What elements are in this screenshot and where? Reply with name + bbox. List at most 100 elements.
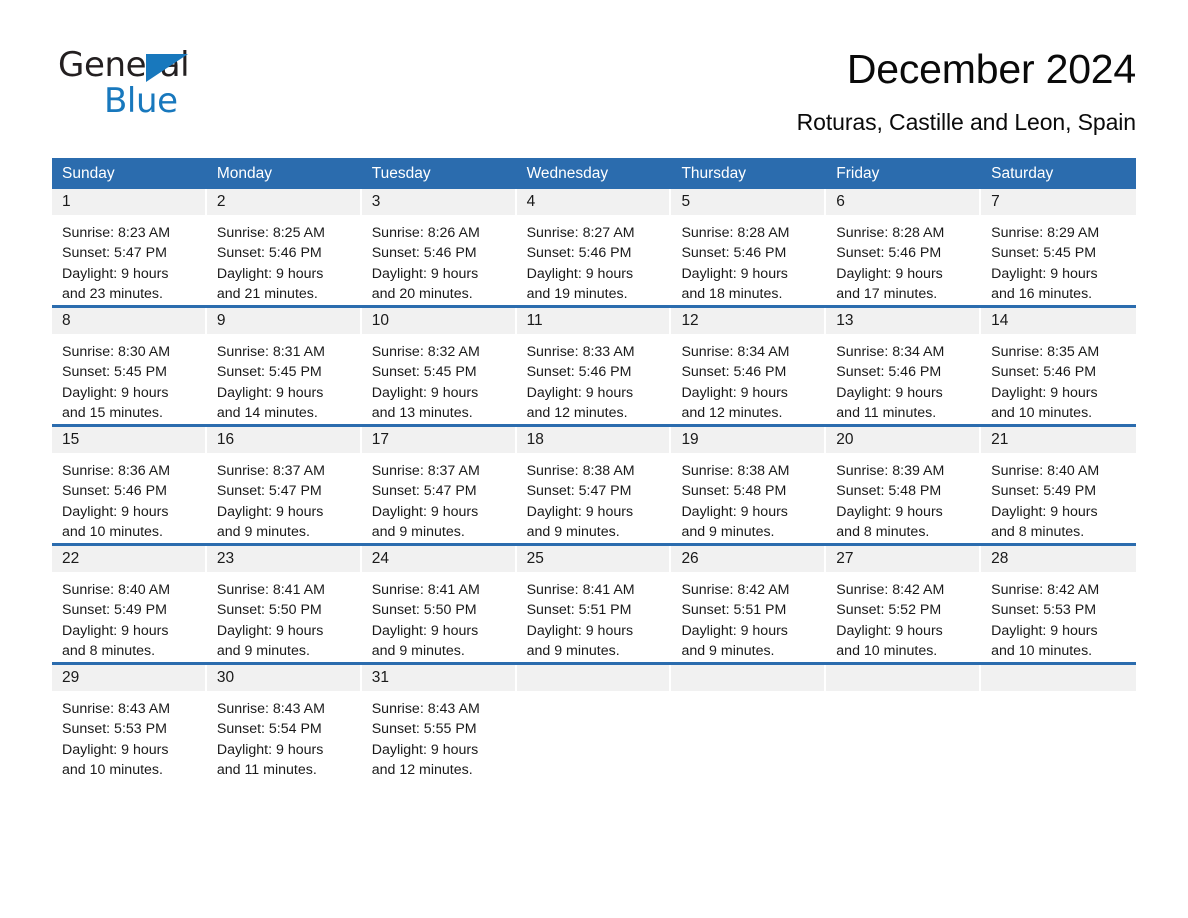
day-number-empty (826, 665, 982, 691)
day-number-30[interactable]: 30 (206, 665, 362, 691)
day-daylight-1-text: Daylight: 9 hours (991, 384, 1098, 401)
day-cell-16[interactable]: Sunrise: 8:37 AM Sunset: 5:47 PM Daylight:… (207, 453, 362, 543)
day-cell-13[interactable]: Sunrise: 8:34 AM Sunset: 5:46 PM Daylight:… (826, 334, 981, 424)
day-cell-27[interactable]: Sunrise: 8:42 AM Sunset: 5:52 PM Daylight:… (826, 572, 981, 662)
day-daylight-1-text: Daylight: 9 hours (371, 384, 479, 401)
day-cell-15[interactable]: Sunrise: 8:36 AM Sunset: 5:46 PM Daylight:… (52, 453, 207, 543)
day-cell-21[interactable]: Sunrise: 8:40 AM Sunset: 5:49 PM Daylight:… (981, 453, 1136, 543)
day-cell-17[interactable]: Sunrise: 8:37 AM Sunset: 5:47 PM Daylight:… (362, 453, 517, 543)
day-number-23[interactable]: 23 (206, 546, 362, 572)
day-daylight-2-text: and 15 minutes. (62, 404, 163, 421)
day-cell-19[interactable]: Sunrise: 8:38 AM Sunset: 5:48 PM Daylight:… (671, 453, 826, 543)
day-number-20[interactable]: 20 (826, 427, 982, 453)
day-number-28[interactable]: 28 (981, 546, 1137, 572)
day-sunset-text: Sunset: 5:48 PM (681, 483, 787, 500)
day-cell-18[interactable]: Sunrise: 8:38 AM Sunset: 5:47 PM Daylight:… (517, 453, 672, 543)
day-number-29[interactable]: 29 (52, 665, 207, 691)
day-number-6[interactable]: 6 (826, 189, 982, 215)
day-cell-24[interactable]: Sunrise: 8:41 AM Sunset: 5:50 PM Daylight:… (362, 572, 517, 662)
day-number-7[interactable]: 7 (981, 189, 1137, 215)
day-number-18[interactable]: 18 (516, 427, 672, 453)
day-number-27[interactable]: 27 (826, 546, 982, 572)
day-number-10[interactable]: 10 (361, 308, 517, 334)
day-number-band: 8 9 10 11 12 13 14 (52, 308, 1137, 334)
day-cell-5[interactable]: Sunrise: 8:28 AM Sunset: 5:46 PM Daylight:… (671, 215, 826, 305)
day-daylight-1-text: Daylight: 9 hours (681, 622, 788, 639)
day-sunrise-text: Sunrise: 8:34 AM (836, 344, 945, 360)
day-daylight-1-text: Daylight: 9 hours (62, 741, 169, 758)
day-number-19[interactable]: 19 (671, 427, 827, 453)
weekday-header-monday: Monday (216, 165, 273, 182)
day-number-5[interactable]: 5 (671, 189, 827, 215)
day-cell-1[interactable]: Sunrise: 8:23 AM Sunset: 5:47 PM Daylight:… (52, 215, 207, 305)
day-cell-31[interactable]: Sunrise: 8:43 AM Sunset: 5:55 PM Daylight:… (362, 691, 517, 781)
day-cell-11[interactable]: Sunrise: 8:33 AM Sunset: 5:46 PM Daylight:… (517, 334, 672, 424)
day-cell-empty (981, 691, 1136, 781)
day-number-1[interactable]: 1 (52, 189, 207, 215)
day-sunrise-text: Sunrise: 8:23 AM (62, 225, 171, 241)
day-cell-22[interactable]: Sunrise: 8:40 AM Sunset: 5:49 PM Daylight:… (52, 572, 207, 662)
day-sunset-text: Sunset: 5:47 PM (62, 245, 167, 262)
day-cell-14[interactable]: Sunrise: 8:35 AM Sunset: 5:46 PM Daylight:… (981, 334, 1136, 424)
day-sunset-text: Sunset: 5:48 PM (836, 483, 942, 500)
day-sunset-text: Sunset: 5:45 PM (62, 364, 167, 381)
day-number-17[interactable]: 17 (361, 427, 517, 453)
day-number-12[interactable]: 12 (671, 308, 827, 334)
day-number-4[interactable]: 4 (516, 189, 672, 215)
day-sunset-text: Sunset: 5:46 PM (681, 245, 787, 262)
day-daylight-2-text: and 13 minutes. (371, 404, 473, 421)
day-number-14[interactable]: 14 (981, 308, 1137, 334)
day-detail-band: Sunrise: 8:43 AM Sunset: 5:53 PM Daylight:… (52, 691, 1136, 781)
day-number-21[interactable]: 21 (981, 427, 1137, 453)
weekday-header-sunday: Sunday (62, 165, 115, 182)
day-sunset-text: Sunset: 5:55 PM (371, 721, 477, 738)
day-sunset-text: Sunset: 5:45 PM (216, 364, 322, 381)
day-number-24[interactable]: 24 (361, 546, 517, 572)
day-number-25[interactable]: 25 (516, 546, 672, 572)
day-sunset-text: Sunset: 5:51 PM (681, 602, 787, 619)
day-number-16[interactable]: 16 (206, 427, 362, 453)
day-number-11[interactable]: 11 (516, 308, 672, 334)
day-daylight-2-text: and 19 minutes. (526, 285, 628, 302)
day-sunrise-text: Sunrise: 8:43 AM (62, 701, 171, 717)
day-number-22[interactable]: 22 (52, 546, 207, 572)
day-cell-2[interactable]: Sunrise: 8:25 AM Sunset: 5:46 PM Daylight:… (207, 215, 362, 305)
day-number-15[interactable]: 15 (52, 427, 207, 453)
day-sunrise-text: Sunrise: 8:37 AM (371, 463, 480, 479)
day-number-13[interactable]: 13 (826, 308, 982, 334)
day-daylight-1-text: Daylight: 9 hours (216, 265, 324, 282)
day-sunset-text: Sunset: 5:46 PM (526, 245, 632, 262)
day-cell-9[interactable]: Sunrise: 8:31 AM Sunset: 5:45 PM Daylight:… (207, 334, 362, 424)
day-daylight-2-text: and 10 minutes. (62, 761, 163, 778)
day-number-31[interactable]: 31 (361, 665, 517, 691)
day-daylight-1-text: Daylight: 9 hours (371, 503, 479, 520)
day-cell-26[interactable]: Sunrise: 8:42 AM Sunset: 5:51 PM Daylight:… (671, 572, 826, 662)
day-cell-29[interactable]: Sunrise: 8:43 AM Sunset: 5:53 PM Daylight:… (52, 691, 207, 781)
day-cell-20[interactable]: Sunrise: 8:39 AM Sunset: 5:48 PM Daylight:… (826, 453, 981, 543)
day-cell-10[interactable]: Sunrise: 8:32 AM Sunset: 5:45 PM Daylight:… (362, 334, 517, 424)
calendar-page: General Blue December 2024 Roturas, Cast… (0, 0, 1188, 918)
day-cell-25[interactable]: Sunrise: 8:41 AM Sunset: 5:51 PM Daylight:… (517, 572, 672, 662)
generalblue-logo[interactable]: General Blue (58, 48, 288, 120)
day-number-band: 29 30 31 (52, 665, 1137, 691)
day-number-3[interactable]: 3 (361, 189, 517, 215)
day-sunrise-text: Sunrise: 8:38 AM (526, 463, 635, 479)
day-sunrise-text: Sunrise: 8:41 AM (371, 582, 480, 598)
day-cell-7[interactable]: Sunrise: 8:29 AM Sunset: 5:45 PM Daylight:… (981, 215, 1136, 305)
day-number-8[interactable]: 8 (52, 308, 207, 334)
day-number-26[interactable]: 26 (671, 546, 827, 572)
day-cell-12[interactable]: Sunrise: 8:34 AM Sunset: 5:46 PM Daylight:… (671, 334, 826, 424)
day-cell-empty (671, 691, 826, 781)
day-number-9[interactable]: 9 (206, 308, 362, 334)
day-cell-8[interactable]: Sunrise: 8:30 AM Sunset: 5:45 PM Daylight:… (52, 334, 207, 424)
day-cell-28[interactable]: Sunrise: 8:42 AM Sunset: 5:53 PM Daylight:… (981, 572, 1136, 662)
day-cell-3[interactable]: Sunrise: 8:26 AM Sunset: 5:46 PM Daylight:… (362, 215, 517, 305)
day-cell-30[interactable]: Sunrise: 8:43 AM Sunset: 5:54 PM Daylight:… (207, 691, 362, 781)
day-cell-4[interactable]: Sunrise: 8:27 AM Sunset: 5:46 PM Daylight:… (517, 215, 672, 305)
day-daylight-2-text: and 9 minutes. (526, 523, 620, 540)
day-cell-23[interactable]: Sunrise: 8:41 AM Sunset: 5:50 PM Daylight:… (207, 572, 362, 662)
day-number-empty (671, 665, 827, 691)
day-number-2[interactable]: 2 (206, 189, 362, 215)
day-daylight-1-text: Daylight: 9 hours (991, 622, 1098, 639)
day-cell-6[interactable]: Sunrise: 8:28 AM Sunset: 5:46 PM Daylight:… (826, 215, 981, 305)
